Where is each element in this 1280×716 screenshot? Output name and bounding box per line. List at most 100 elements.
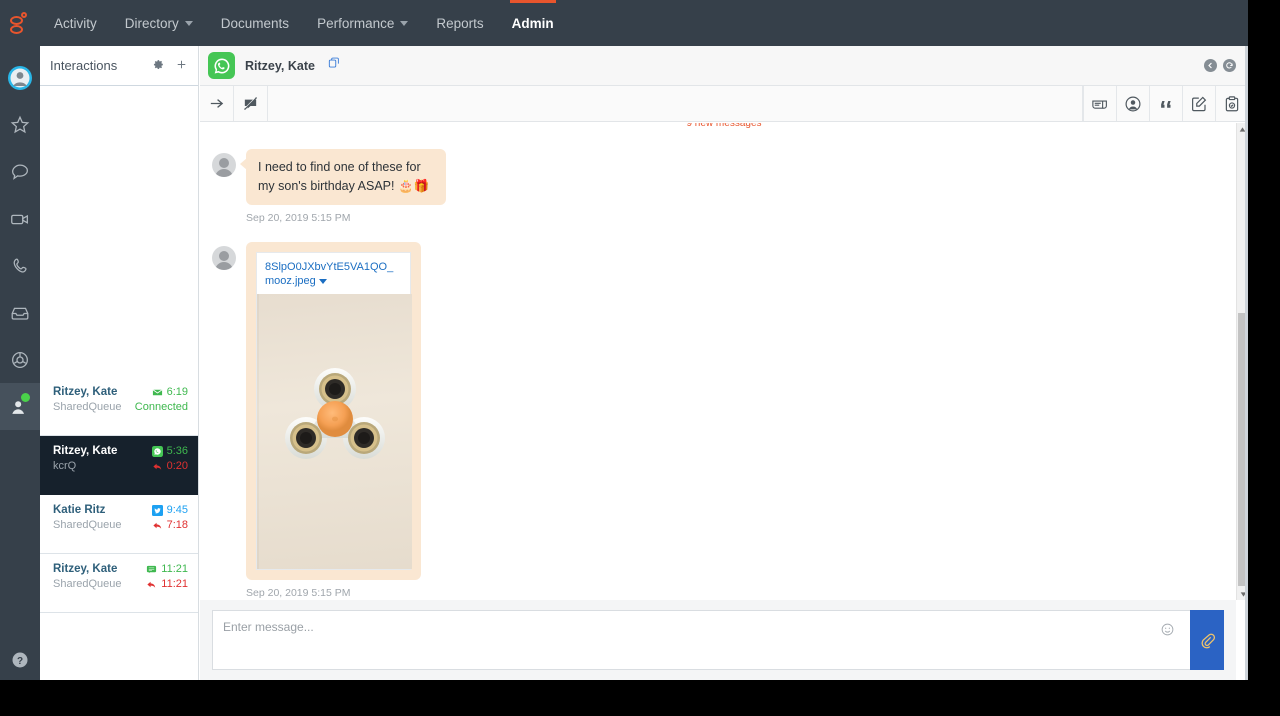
inbox-icon [11,307,29,320]
conversation-toolbar [200,86,1248,122]
compose-note-icon [1192,96,1207,111]
nav-item-documents[interactable]: Documents [207,0,303,46]
contact-profile-button[interactable] [1116,86,1149,121]
reply-arrow-icon [152,522,161,529]
compose-note-button[interactable] [1182,86,1215,121]
interaction-status: 0:20 [166,460,188,472]
nav-item-label: Performance [317,15,395,31]
phone-icon [13,257,27,273]
list-item[interactable]: Ritzey, Kate 6:19 SharedQueue Connected [40,377,198,436]
attachment-image[interactable] [257,294,412,570]
message-composer: Enter message... [200,600,1236,680]
transcript-button[interactable] [1083,86,1116,121]
conversation-title: Ritzey, Kate [245,58,315,73]
message-text: I need to find one of these for my son's… [212,149,1236,224]
transfer-arrow-icon [210,99,224,108]
interaction-name: Ritzey, Kate [53,445,118,457]
list-item[interactable]: Katie Ritz 9:45 SharedQueue 7:18 [40,495,198,554]
list-item-selected[interactable]: Ritzey, Kate 5:36 kcrQ 0:20 [40,436,198,495]
interactions-list: Ritzey, Kate 6:19 SharedQueue Connected [40,86,198,680]
rail-item-profile[interactable] [0,54,40,101]
sms-chat-icon [147,565,157,573]
rail-item-inbox[interactable] [0,289,40,336]
interaction-time: 9:45 [166,504,188,516]
fidget-spinner-photo [285,368,385,460]
list-item[interactable]: Ritzey, Kate 11:21 SharedQueue 11:21 [40,554,198,613]
copy-duplicate-icon[interactable] [327,56,341,75]
genesys-logo-icon [10,10,30,36]
interaction-queue: SharedQueue [53,401,122,413]
emoji-button[interactable] [1160,610,1190,670]
paperclip-icon [1201,633,1215,648]
toolbar-spacer [268,86,1083,121]
message-attachment: 8SlpO0JXbvYtE5VA1QO_mooz.jpeg Sep 20, 20… [212,241,1236,600]
rail-item-phone[interactable] [0,242,40,289]
nav-item-directory[interactable]: Directory [111,0,207,46]
message-bubble: I need to find one of these for my son's… [240,149,446,205]
emoji-smiley-icon [1161,623,1174,635]
nav-item-label: Admin [511,15,554,31]
clipboard-check-icon [1225,95,1239,111]
nav-item-label: Documents [220,15,290,31]
reply-arrow-icon [147,581,156,588]
rail-item-agent-presence[interactable] [0,383,40,430]
rail-item-analytics[interactable] [0,336,40,383]
rail-item-favorites[interactable] [0,101,40,148]
transfer-button[interactable] [200,86,234,121]
left-icon-rail: ? [0,46,40,680]
clipboard-check-button[interactable] [1215,86,1248,121]
chevron-down-icon[interactable] [318,278,327,284]
mute-message-icon [243,96,258,111]
presence-status-dot [21,393,30,402]
interaction-queue: kcrQ [53,460,77,472]
attachment-bubble: 8SlpO0JXbvYtE5VA1QO_mooz.jpeg [246,241,421,581]
interaction-status: 11:21 [161,578,188,590]
chevron-left-circle-icon[interactable] [1204,59,1217,72]
help-question-icon: ? [12,652,28,668]
attach-button[interactable] [1190,610,1224,670]
panel-title: Interactions [50,58,118,73]
transcript-icon [1092,99,1107,109]
attachment-filename[interactable]: 8SlpO0JXbvYtE5VA1QO_mooz.jpeg [257,253,410,295]
window-controls [1204,59,1236,72]
refresh-circle-icon[interactable] [1223,59,1236,72]
interactions-panel-header: Interactions [40,46,198,86]
svg-text:?: ? [17,656,23,667]
nav-item-label: Activity [54,15,97,31]
app-logo[interactable] [0,10,40,36]
interaction-time: 6:19 [166,386,188,398]
whatsapp-icon [208,52,235,79]
profile-avatar-icon [8,65,32,90]
message-timestamp: Sep 20, 2019 5:15 PM [246,587,351,600]
nav-item-admin[interactable]: Admin [498,0,568,46]
reply-arrow-icon [152,463,161,470]
interaction-time: 5:36 [166,445,188,457]
whatsapp-icon [151,445,163,457]
chat-bubble-icon [12,163,28,180]
application-window: Activity Directory Documents Performance… [0,0,1248,680]
attachment-card: 8SlpO0JXbvYtE5VA1QO_mooz.jpeg [256,251,412,571]
message-list: 9 new messages I need to find one of the… [200,123,1236,600]
contact-avatar-icon [212,245,236,270]
plus-icon[interactable] [175,58,188,74]
message-input[interactable]: Enter message... [212,610,1160,670]
nav-item-reports[interactable]: Reports [422,0,497,46]
interaction-status: 7:18 [166,519,188,531]
interaction-name: Ritzey, Kate [53,386,118,398]
canned-response-quote-icon [1161,100,1171,108]
mute-message-button[interactable] [234,86,268,121]
nav-item-performance[interactable]: Performance [303,0,422,46]
rail-item-video[interactable] [0,195,40,242]
interaction-time: 11:21 [161,563,188,575]
interaction-queue: SharedQueue [53,578,122,590]
help-button[interactable]: ? [0,650,40,670]
twitter-icon [151,504,163,516]
rail-item-chat[interactable] [0,148,40,195]
contact-avatar-icon [212,153,236,177]
nav-item-activity[interactable]: Activity [40,0,111,46]
interaction-name: Ritzey, Kate [53,563,118,575]
new-messages-divider: 9 new messages [686,123,762,129]
gear-icon[interactable] [152,58,165,74]
donut-chart-icon [12,351,28,368]
canned-response-button[interactable] [1149,86,1182,121]
